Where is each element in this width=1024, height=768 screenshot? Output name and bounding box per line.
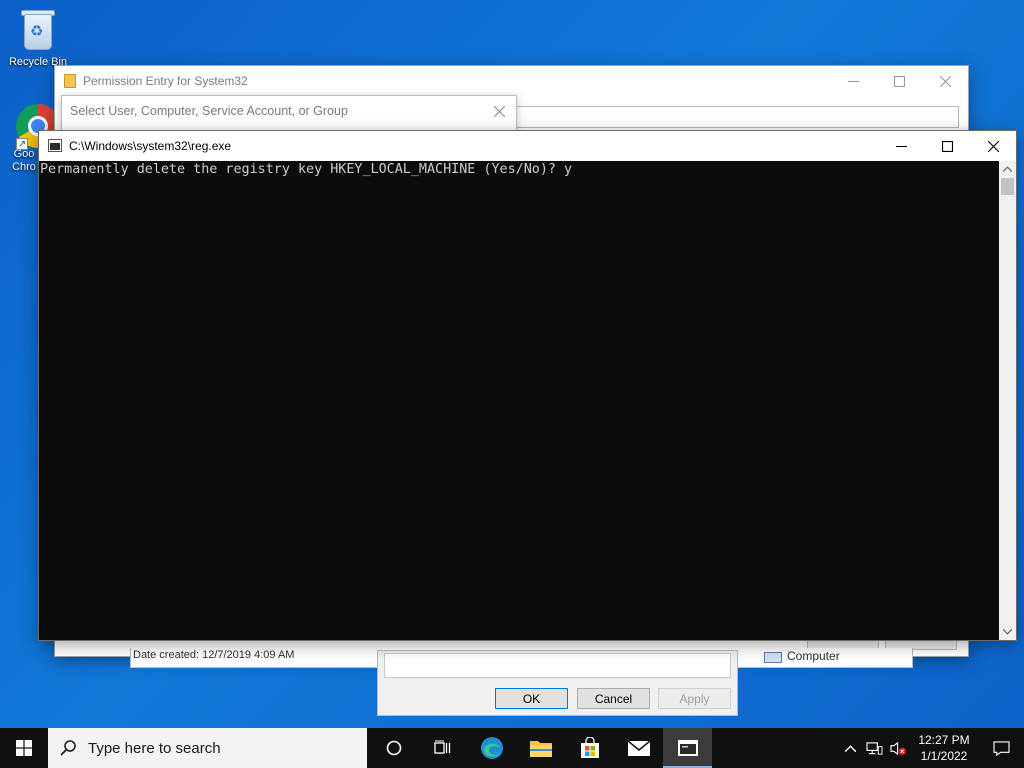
- folder-icon: [529, 741, 552, 757]
- minimize-icon: [847, 80, 859, 82]
- scrollbar-thumb[interactable]: [1001, 178, 1014, 195]
- console-output-text: Permanently delete the registry key HKEY…: [40, 162, 573, 177]
- clock-date: 1/1/2022: [920, 749, 968, 763]
- minimize-icon: [895, 145, 907, 147]
- close-button[interactable]: [922, 66, 968, 96]
- maximize-icon: [941, 140, 953, 152]
- mail-taskbar-button[interactable]: [614, 728, 663, 768]
- store-icon: [580, 737, 599, 758]
- clock-time: 12:27 PM: [918, 733, 970, 747]
- permission-window-title: Permission Entry for System32: [83, 74, 248, 88]
- date-created-text: Date created: 12/7/2019 4:09 AM: [133, 649, 295, 661]
- task-view-button[interactable]: [418, 728, 467, 768]
- search-icon: [48, 740, 88, 756]
- network-button[interactable]: [862, 728, 886, 768]
- console-titlebar[interactable]: C:\Windows\system32\reg.exe: [39, 131, 1016, 161]
- network-icon: [865, 741, 882, 755]
- console-app-icon: [677, 740, 698, 756]
- recycle-bin-icon: ♻: [18, 6, 58, 52]
- computer-icon: [764, 652, 782, 663]
- minimize-button[interactable]: [830, 66, 876, 96]
- taskbar: Type here to search 12:27 PM 1/1/2022: [0, 728, 1024, 768]
- mail-icon: [627, 740, 650, 756]
- object-names-field[interactable]: [384, 653, 731, 678]
- close-icon: [493, 105, 505, 117]
- taskbar-search-box[interactable]: Type here to search: [48, 728, 367, 768]
- object-type-label: Computer: [787, 649, 840, 663]
- console-app-icon: [48, 139, 62, 152]
- chevron-up-icon: [844, 744, 856, 752]
- object-type-strip: Computer: [738, 648, 913, 668]
- edge-taskbar-button[interactable]: [467, 728, 516, 768]
- folder-icon: [64, 74, 76, 88]
- select-dialog-lower: OK Cancel Apply: [377, 650, 738, 716]
- cancel-button[interactable]: Cancel: [577, 688, 650, 709]
- notification-icon: [992, 740, 1010, 756]
- maximize-button[interactable]: [876, 66, 922, 96]
- volume-button[interactable]: [886, 728, 910, 768]
- shortcut-arrow-icon: ↗: [16, 138, 28, 150]
- task-view-icon: [433, 740, 450, 754]
- console-title: C:\Windows\system32\reg.exe: [69, 139, 232, 153]
- apply-button[interactable]: Apply: [658, 688, 731, 709]
- ok-button[interactable]: OK: [495, 688, 568, 709]
- cortana-button[interactable]: [369, 728, 418, 768]
- scroll-up-arrow-icon[interactable]: [999, 161, 1016, 177]
- volume-muted-icon: [889, 741, 906, 755]
- advanced-dialog-strip: Date created: 12/7/2019 4:09 AM: [130, 648, 377, 668]
- windows-logo-icon: [16, 740, 32, 756]
- show-hidden-icons-button[interactable]: [838, 728, 862, 768]
- scroll-down-arrow-icon[interactable]: [999, 624, 1016, 640]
- select-user-title: Select User, Computer, Service Account, …: [70, 104, 348, 118]
- console-minimize-button[interactable]: [878, 131, 924, 161]
- cortana-circle-icon: [386, 740, 401, 756]
- start-button[interactable]: [0, 728, 48, 768]
- reg-console-taskbar-button[interactable]: [663, 728, 712, 768]
- close-icon: [987, 140, 999, 152]
- permission-window-titlebar[interactable]: Permission Entry for System32: [55, 66, 968, 96]
- console-window[interactable]: C:\Windows\system32\reg.exe Permanently …: [38, 130, 1017, 641]
- console-close-button[interactable]: [970, 131, 1016, 161]
- console-output-area[interactable]: Permanently delete the registry key HKEY…: [39, 161, 1000, 640]
- action-center-button[interactable]: [978, 728, 1024, 768]
- close-icon: [939, 75, 951, 87]
- edge-icon: [480, 737, 503, 759]
- select-user-close-button[interactable]: [488, 100, 510, 122]
- recycle-bin-desktop-icon[interactable]: ♻ Recycle Bin: [0, 6, 76, 69]
- system-tray: 12:27 PM 1/1/2022: [838, 728, 1024, 768]
- console-scrollbar[interactable]: [999, 161, 1016, 640]
- store-taskbar-button[interactable]: [565, 728, 614, 768]
- taskbar-clock[interactable]: 12:27 PM 1/1/2022: [910, 732, 978, 764]
- select-user-window[interactable]: Select User, Computer, Service Account, …: [61, 95, 517, 131]
- file-explorer-taskbar-button[interactable]: [516, 728, 565, 768]
- search-placeholder: Type here to search: [88, 739, 221, 757]
- maximize-icon: [893, 75, 905, 87]
- console-maximize-button[interactable]: [924, 131, 970, 161]
